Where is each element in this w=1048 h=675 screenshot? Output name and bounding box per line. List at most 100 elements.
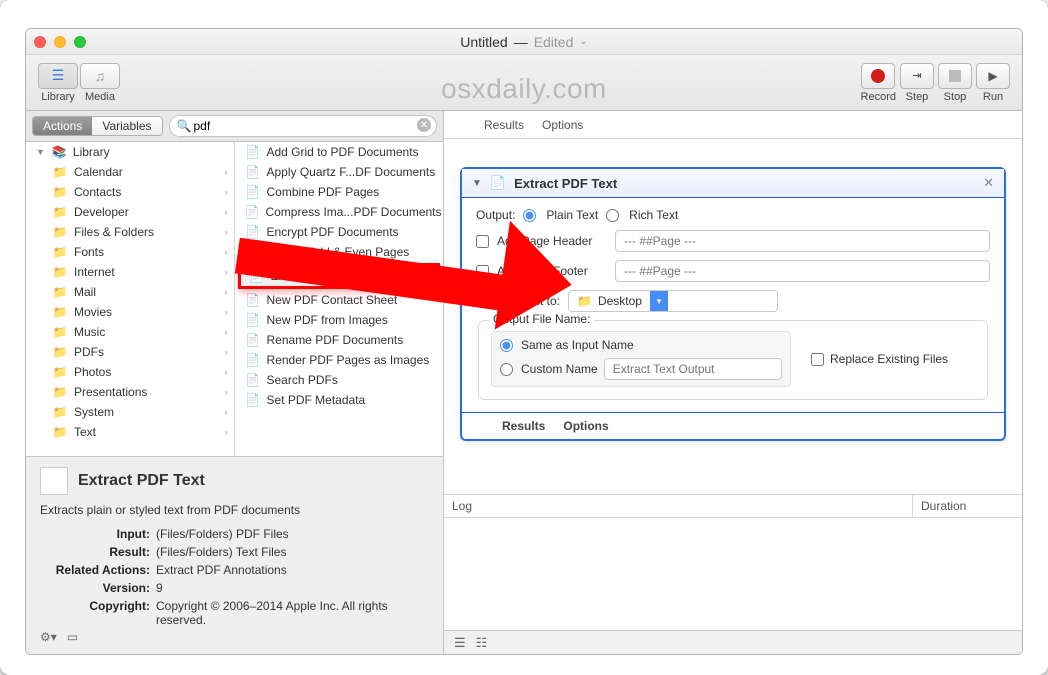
save-output-to-select[interactable]: 📁Desktop ▾ (568, 290, 778, 312)
watermark-text: osxdaily.com (441, 73, 607, 105)
custom-name-label: Custom Name (521, 362, 598, 376)
document-edited-label: Edited (534, 34, 574, 50)
action-list-item[interactable]: 📄Compress Ima...PDF Documents (235, 202, 444, 222)
action-list-item[interactable]: 📄Search PDFs (235, 370, 444, 390)
action-list-item[interactable]: 📄Rename PDF Documents (235, 330, 444, 350)
action-list-item[interactable]: 📄Combine PDF Pages (235, 182, 444, 202)
titlebar: Untitled — Edited ⌄ (26, 29, 1022, 55)
output-filename-group-label: Output File Name: (489, 312, 594, 326)
library-category[interactable]: 📁Photos› (26, 362, 234, 382)
custom-name-radio[interactable] (500, 363, 513, 376)
library-category[interactable]: 📁Fonts› (26, 242, 234, 262)
library-category[interactable]: 📁System› (26, 402, 234, 422)
library-category[interactable]: 📁Contacts› (26, 182, 234, 202)
action-list-item[interactable]: 📄Render PDF Pages as Images (235, 350, 444, 370)
log-column-label: Log (444, 495, 480, 517)
title-dropdown-icon[interactable]: ⌄ (579, 36, 587, 47)
output-rich-label: Rich Text (629, 208, 678, 222)
step-button[interactable]: ⇥ Step (900, 63, 934, 103)
folder-icon: 📁 (577, 294, 592, 308)
window-title: Untitled (460, 34, 507, 50)
action-footer-options[interactable]: Options (563, 419, 608, 433)
step-label: Step (906, 91, 929, 103)
tab-actions[interactable]: Actions (33, 117, 92, 135)
action-list-item[interactable]: 📄Encrypt PDF Documents (235, 222, 444, 242)
action-list-item[interactable]: 📄Extract PDF Text (239, 264, 440, 288)
library-category[interactable]: 📁Presentations› (26, 382, 234, 402)
action-list-item[interactable]: 📄New PDF Contact Sheet (235, 290, 444, 310)
collapse-info-icon[interactable]: ▭ (67, 630, 78, 644)
same-name-label: Same as Input Name (521, 338, 634, 352)
save-output-to-label: Save Output to: (476, 294, 560, 308)
library-category[interactable]: 📁Mail› (26, 282, 234, 302)
actions-list[interactable]: 📄Add Grid to PDF Documents📄Apply Quartz … (235, 142, 444, 456)
stop-button[interactable]: Stop (938, 63, 972, 103)
library-category[interactable]: 📁Calendar› (26, 162, 234, 182)
action-info-description: Extracts plain or styled text from PDF d… (40, 503, 429, 517)
record-button[interactable]: Record (861, 63, 896, 103)
library-label: Library (41, 91, 75, 103)
workflow-view-alt-icon[interactable]: ☷ (476, 635, 488, 651)
media-icon (95, 68, 106, 84)
media-toggle-button[interactable]: Media (80, 63, 120, 103)
toolbar: Library Media osxdaily.com Record ⇥ Step… (26, 55, 1022, 111)
stop-label: Stop (944, 91, 967, 103)
custom-name-input[interactable] (604, 358, 782, 380)
library-category[interactable]: 📁Developer› (26, 202, 234, 222)
library-root[interactable]: ▼📚Library (26, 142, 234, 162)
disclosure-triangle-icon[interactable]: ▼ (472, 178, 482, 189)
search-input[interactable] (169, 115, 438, 137)
duration-column-label: Duration (912, 495, 1022, 517)
page-footer-input[interactable] (615, 260, 990, 282)
library-category[interactable]: 📁Files & Folders› (26, 222, 234, 242)
library-icon (52, 67, 65, 84)
minimize-window-button[interactable] (54, 36, 66, 48)
run-label: Run (983, 91, 1003, 103)
log-body (444, 518, 1022, 630)
page-header-input[interactable] (615, 230, 990, 252)
add-page-header-label: Add Page Header (497, 234, 607, 248)
media-label: Media (85, 91, 115, 103)
library-category[interactable]: 📁Movies› (26, 302, 234, 322)
run-button[interactable]: Run (976, 63, 1010, 103)
clear-search-button[interactable]: ✕ (417, 118, 431, 132)
library-category-list[interactable]: ▼📚Library📁Calendar›📁Contacts›📁Developer›… (26, 142, 235, 456)
info-row-value: Extract PDF Annotations (156, 563, 429, 577)
close-window-button[interactable] (34, 36, 46, 48)
info-row-label: Result: (40, 545, 150, 559)
workflow-results-tab[interactable]: Results (484, 118, 524, 132)
library-category[interactable]: 📁Text› (26, 422, 234, 442)
workflow-options-tab[interactable]: Options (542, 118, 583, 132)
action-list-item[interactable]: 📄Extract Odd & Even Pages (235, 242, 444, 262)
settings-gear-icon[interactable]: ⚙︎▾ (40, 630, 57, 644)
library-toggle-button[interactable]: Library (38, 63, 78, 103)
output-label: Output: (476, 208, 515, 222)
output-plain-label: Plain Text (546, 208, 598, 222)
add-page-footer-checkbox[interactable] (476, 265, 489, 278)
action-card-extract-pdf-text: ▼ 📄 Extract PDF Text ✕ Output: Plain Tex… (460, 167, 1006, 441)
zoom-window-button[interactable] (74, 36, 86, 48)
library-category[interactable]: 📁PDFs› (26, 342, 234, 362)
action-list-item[interactable]: 📄Set PDF Metadata (235, 390, 444, 410)
action-card-title: Extract PDF Text (514, 176, 617, 191)
info-row-value: Copyright © 2006–2014 Apple Inc. All rig… (156, 599, 429, 627)
output-plain-radio[interactable] (523, 209, 536, 222)
library-category[interactable]: 📁Music› (26, 322, 234, 342)
add-page-header-checkbox[interactable] (476, 235, 489, 248)
action-footer-results[interactable]: Results (502, 419, 545, 433)
save-output-value: Desktop (598, 294, 642, 308)
stop-icon (949, 70, 961, 82)
library-tabs[interactable]: Actions Variables (32, 116, 163, 136)
info-row-label: Copyright: (40, 599, 150, 627)
tab-variables[interactable]: Variables (92, 117, 161, 135)
action-list-item[interactable]: 📄Apply Quartz F...DF Documents (235, 162, 444, 182)
output-rich-radio[interactable] (606, 209, 619, 222)
library-category[interactable]: 📁Internet› (26, 262, 234, 282)
replace-existing-checkbox[interactable] (811, 353, 824, 366)
action-list-item[interactable]: 📄New PDF from Images (235, 310, 444, 330)
action-list-item[interactable]: 📄Add Grid to PDF Documents (235, 142, 444, 162)
action-card-close-button[interactable]: ✕ (983, 175, 994, 191)
info-row-value: (Files/Folders) PDF Files (156, 527, 429, 541)
workflow-view-icon[interactable]: ☰ (454, 635, 466, 651)
same-name-radio[interactable] (500, 339, 513, 352)
